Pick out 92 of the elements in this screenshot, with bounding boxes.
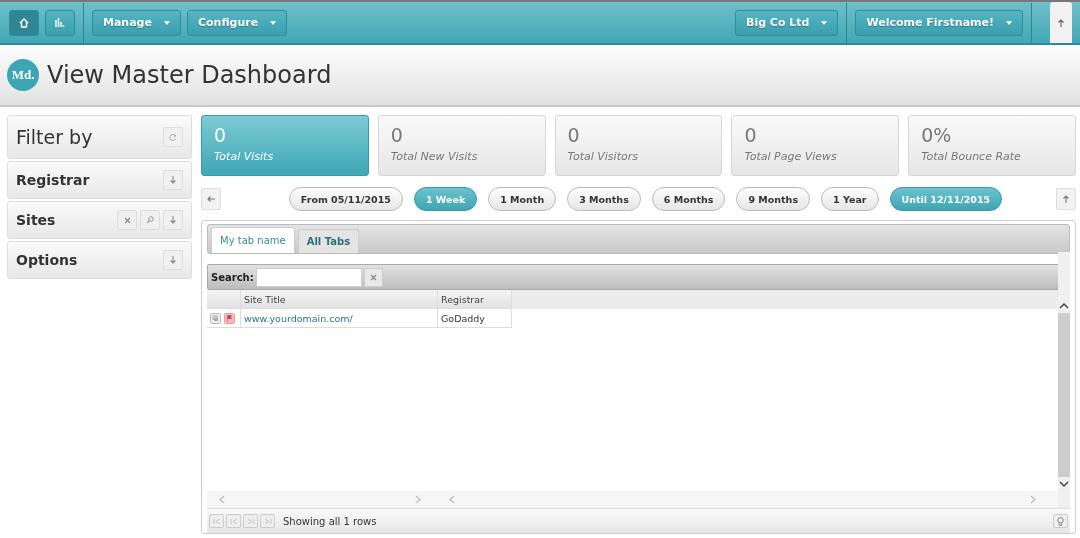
pager-arrow-icon — [229, 518, 238, 524]
menu-button[interactable]: Configure — [186, 9, 288, 36]
flag-icon[interactable] — [224, 312, 235, 324]
down-arrow-icon — [170, 256, 176, 264]
filter-section[interactable]: Sites — [7, 201, 192, 239]
tip-button[interactable] — [1053, 514, 1068, 528]
caret-icon — [821, 20, 828, 25]
period-button[interactable]: 1 Week — [413, 187, 478, 211]
tab[interactable]: My tab name — [211, 227, 295, 253]
vertical-scrollbar[interactable] — [1058, 252, 1070, 508]
up-arrow-icon — [1058, 18, 1064, 27]
filter-section[interactable]: Options — [7, 241, 192, 279]
stat-card[interactable]: 0% Total Bounce Rate — [908, 115, 1076, 176]
logo: Md. — [7, 59, 39, 91]
period-button[interactable]: 3 Months — [567, 187, 641, 211]
period-button[interactable]: 1 Year — [821, 187, 879, 211]
period-button[interactable]: 9 Months — [736, 187, 811, 211]
tab[interactable]: All Tabs — [297, 229, 360, 253]
down-arrow-icon — [170, 176, 176, 184]
expand-button[interactable] — [163, 250, 183, 270]
pager-button[interactable] — [243, 514, 258, 528]
search-button[interactable] — [140, 210, 160, 230]
caret-icon — [163, 20, 170, 25]
period-button[interactable]: From 05/11/2015 — [288, 187, 403, 211]
column-header[interactable]: Registrar — [438, 290, 512, 309]
scroll-left-icon[interactable] — [219, 495, 225, 504]
stat-card[interactable]: 0 Total Visitors — [554, 115, 723, 176]
chart-button[interactable] — [45, 9, 75, 36]
pager-button[interactable] — [209, 514, 224, 528]
scroll-up-icon[interactable] — [1059, 302, 1069, 309]
search-field[interactable] — [255, 267, 362, 287]
home-button[interactable] — [9, 9, 39, 36]
section-label: Options — [16, 252, 78, 268]
pager-button[interactable] — [226, 514, 241, 528]
pager-arrow-icon — [246, 518, 255, 524]
stat-value: 0 — [744, 124, 758, 146]
stat-card[interactable]: 0 Total New Visits — [377, 115, 546, 176]
stat-card[interactable]: 0 Total Page Views — [731, 115, 900, 176]
scroll-right-icon[interactable] — [1030, 495, 1036, 504]
menu-button[interactable]: Manage — [92, 9, 181, 36]
pager-arrow-icon — [263, 518, 272, 524]
copy-icon[interactable] — [210, 312, 221, 324]
stat-label: Total Page Views — [744, 150, 838, 163]
stat-label: Total Visits — [214, 150, 275, 163]
stat-label: Total Bounce Rate — [921, 150, 1022, 163]
clear-button[interactable] — [117, 210, 137, 230]
scroll-right-icon[interactable] — [415, 495, 421, 504]
refresh-button[interactable] — [163, 127, 183, 147]
site-link[interactable]: www.yourdomain.com/ — [241, 309, 438, 328]
expand-button[interactable] — [163, 170, 183, 190]
pager-button[interactable] — [260, 514, 275, 528]
section-label: Sites — [16, 212, 56, 228]
table-cell: GoDaddy — [438, 309, 512, 328]
close-icon — [369, 273, 377, 281]
row-count-status: Showing all 1 rows — [283, 515, 377, 527]
bar-chart-icon — [55, 18, 65, 27]
column-header[interactable]: Site Title — [241, 290, 438, 309]
lightbulb-icon — [1057, 516, 1064, 526]
stat-value: 0 — [390, 124, 404, 146]
stat-card[interactable]: 0 Total Visits — [201, 115, 369, 176]
period-button[interactable]: 6 Months — [651, 187, 726, 211]
filter-title: Filter by — [16, 126, 93, 148]
period-button[interactable]: Until 12/11/2015 — [889, 187, 1003, 211]
menu-button[interactable]: Big Co Ltd — [735, 9, 839, 36]
home-icon — [19, 17, 29, 28]
stat-value: 0 — [214, 124, 228, 146]
caret-icon — [270, 20, 277, 25]
pager-arrow-icon — [212, 518, 221, 524]
scroll-down-icon[interactable] — [1059, 481, 1069, 488]
stat-label: Total Visitors — [567, 150, 639, 163]
up-arrow-icon — [1063, 195, 1069, 203]
scroll-left-icon[interactable] — [449, 495, 455, 504]
section-label: Registrar — [16, 172, 90, 188]
left-arrow-icon — [207, 196, 215, 202]
close-icon — [123, 216, 131, 224]
page-title: View Master Dashboard — [47, 61, 332, 89]
refresh-icon — [169, 132, 177, 142]
stat-value: 0 — [567, 124, 581, 146]
search-label: Search: — [211, 271, 254, 283]
search-icon — [146, 216, 154, 224]
expand-button[interactable] — [163, 210, 183, 230]
down-arrow-icon — [170, 216, 176, 224]
clear-search-button[interactable] — [363, 267, 383, 287]
stat-label: Total New Visits — [390, 150, 479, 163]
period-button[interactable]: 1 Month — [488, 187, 557, 211]
scroll-top-button[interactable] — [1050, 2, 1072, 43]
stat-value: 0% — [921, 124, 953, 146]
collapse-button[interactable] — [1056, 188, 1076, 210]
filter-section[interactable]: Registrar — [7, 161, 192, 199]
menu-button[interactable]: Welcome Firstname! — [855, 9, 1023, 36]
caret-icon — [1006, 20, 1012, 25]
back-button[interactable] — [201, 188, 221, 210]
